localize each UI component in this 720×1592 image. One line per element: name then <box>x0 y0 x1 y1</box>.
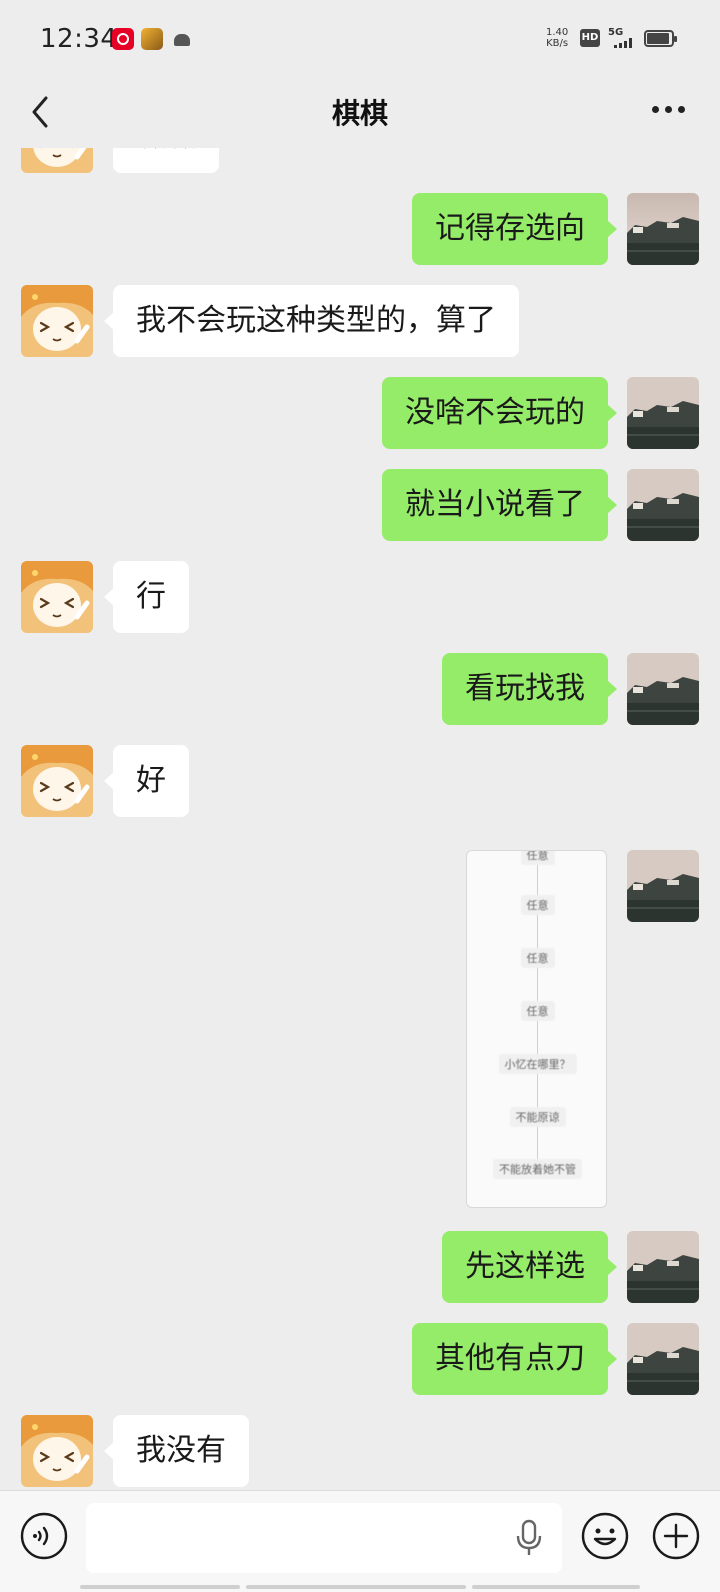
my-avatar[interactable] <box>627 193 699 265</box>
input-bar <box>0 1490 720 1592</box>
message-bubble-outgoing[interactable]: 就当小说看了 <box>382 469 617 541</box>
friend-avatar[interactable] <box>21 148 93 173</box>
network-speed: 1.40 KB/s <box>546 27 569 49</box>
hd-badge: HD <box>580 29 600 47</box>
home-indicator <box>80 1585 240 1589</box>
page-title: 棋棋 <box>331 97 388 130</box>
message-bubble-incoming[interactable]: 我没有 <box>104 1415 249 1487</box>
emoji-icon[interactable] <box>580 1511 630 1561</box>
message-list[interactable]: 嗷嗷 记得存选向 我不会玩这种类型的，算了 没啥不会玩的 就当小说看了 行 看玩… <box>0 148 720 1490</box>
battery-icon <box>644 30 677 47</box>
network-type: 5G <box>608 27 624 38</box>
message-bubble-incoming[interactable]: 行 <box>104 561 189 633</box>
friend-avatar[interactable] <box>21 1415 93 1487</box>
flow-node: 小忆在哪里？ <box>467 1054 606 1074</box>
flow-node: 任意 <box>467 1001 606 1021</box>
flow-node: 不能原谅 <box>467 1107 606 1127</box>
plus-icon[interactable] <box>651 1511 701 1561</box>
mic-icon[interactable] <box>515 1518 543 1558</box>
my-avatar[interactable] <box>627 1231 699 1303</box>
status-bar: 12:34 1.40 KB/s HD 5G <box>0 0 720 78</box>
status-time: 12:34 <box>40 24 118 54</box>
more-icon[interactable] <box>648 100 688 120</box>
message-bubble-outgoing[interactable]: 先这样选 <box>442 1231 617 1303</box>
home-indicator <box>246 1585 466 1589</box>
android-icon <box>172 30 192 48</box>
voice-icon[interactable] <box>19 1511 69 1561</box>
message-bubble-incoming[interactable]: 嗷嗷 <box>113 148 219 173</box>
flow-node: 任意 <box>467 948 606 968</box>
flow-node: 任意 <box>467 851 606 865</box>
message-input[interactable] <box>86 1503 562 1573</box>
signal-icon <box>608 38 632 48</box>
my-avatar[interactable] <box>627 1323 699 1395</box>
my-avatar[interactable] <box>627 469 699 541</box>
message-bubble-incoming[interactable]: 好 <box>104 745 189 817</box>
message-bubble-outgoing[interactable]: 看玩找我 <box>442 653 617 725</box>
friend-avatar[interactable] <box>21 285 93 357</box>
game-app-icon <box>141 28 163 50</box>
message-bubble-incoming[interactable]: 我不会玩这种类型的，算了 <box>104 285 519 357</box>
netease-music-icon <box>112 28 134 50</box>
my-avatar[interactable] <box>627 653 699 725</box>
flow-node: 不能放着她不管 <box>467 1159 606 1179</box>
home-indicator <box>472 1585 640 1589</box>
message-bubble-outgoing[interactable]: 没啥不会玩的 <box>382 377 617 449</box>
message-bubble-outgoing[interactable]: 其他有点刀 <box>412 1323 617 1395</box>
image-message[interactable]: 任意 任意 任意 任意 小忆在哪里？ 不能原谅 不能放着她不管 <box>466 850 607 1208</box>
chat-header: 棋棋 <box>0 78 720 148</box>
friend-avatar[interactable] <box>21 561 93 633</box>
flow-node: 任意 <box>467 895 606 915</box>
message-bubble-outgoing[interactable]: 记得存选向 <box>412 193 617 265</box>
friend-avatar[interactable] <box>21 745 93 817</box>
my-avatar[interactable] <box>627 377 699 449</box>
my-avatar[interactable] <box>627 850 699 922</box>
